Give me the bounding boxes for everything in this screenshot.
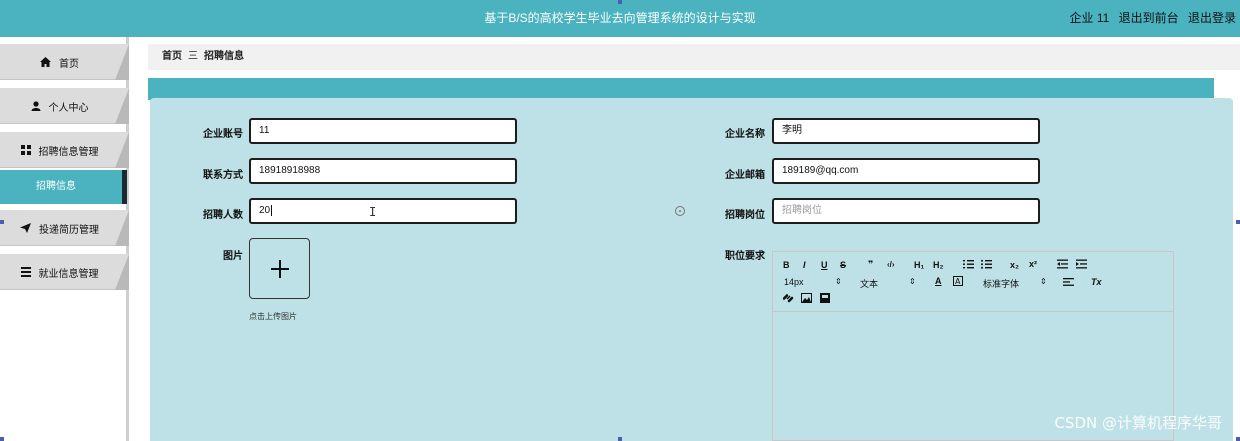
ordered-list-icon[interactable] [963,259,974,271]
sidebar-item-profile[interactable]: 个人中心 [0,88,129,124]
code-button[interactable]: ‹/› [887,260,895,269]
sidebar-item-recruit-management[interactable]: 招聘信息管理 [0,132,129,168]
position-input[interactable]: 招聘岗位 [772,198,1040,224]
account-input[interactable]: 11 [249,118,517,144]
active-indicator [122,170,127,204]
clear-format-button[interactable]: Tx [1091,277,1102,287]
video-icon[interactable] [820,293,830,305]
bold-button[interactable]: B [783,260,790,270]
font-color-icon[interactable]: A [935,276,942,286]
breadcrumb: 首页三招聘信息 [148,44,1240,70]
resize-handle[interactable] [618,0,622,4]
sidebar-item-label: 个人中心 [48,102,89,114]
requirements-label: 职位要求 [725,251,765,262]
image-icon[interactable] [801,293,812,305]
sidebar-item-home[interactable]: 首页 [0,44,129,80]
logout-link[interactable]: 退出登录 [1188,11,1236,25]
watermark: CSDN @计算机程序华哥 [1054,414,1222,432]
font-size-select[interactable]: 14px [784,277,804,287]
send-icon [20,223,31,233]
sidebar-item-label: 招聘信息管理 [38,146,99,158]
link-icon[interactable] [782,293,794,305]
breadcrumb-home[interactable]: 首页 [162,51,182,62]
background-color-icon[interactable]: A [953,276,963,288]
current-user: 企业 11 [1069,11,1110,25]
user-icon [31,101,40,111]
sidebar-item-resume-management[interactable]: 投递简历管理 [0,210,129,246]
list-icon [20,267,31,277]
upload-hint: 点击上传图片 [249,312,297,321]
back-to-front-link[interactable]: 退出到前台 [1119,11,1179,25]
recruit-count-input[interactable]: 20 [249,198,517,224]
recruit-count-label: 招聘人数 [203,210,243,221]
resize-handle[interactable] [1236,220,1240,224]
content-header-strip [148,78,1214,100]
chevron-updown-icon: ⇕ [835,277,842,286]
sidebar-item-label: 投递简历管理 [39,224,99,236]
company-name-input[interactable]: 李明 [772,118,1040,144]
position-label: 招聘岗位 [725,210,765,221]
header-actions: 企业 11 退出到前台 退出登录 [1063,0,1236,37]
mouse-ibeam-cursor: I [369,205,377,219]
text-style-select[interactable]: 文本 [860,277,878,290]
contact-input[interactable]: 18918918988 [249,158,517,184]
app-title: 基于B/S的高校学生毕业去向管理系统的设计与实现 [484,11,756,25]
sidebar-subitem-label: 招聘信息 [36,181,76,192]
italic-button[interactable]: I [803,260,806,270]
clear-icon[interactable] [675,206,685,216]
email-input[interactable]: 189189@qq.com [772,158,1040,184]
email-label: 企业邮箱 [725,170,765,181]
underline-button[interactable]: U [821,260,828,270]
chevron-updown-icon: ⇕ [1040,277,1047,286]
grid-icon [20,145,31,155]
image-upload-button[interactable] [249,238,310,299]
account-label: 企业账号 [203,129,243,140]
editor-toolbar: B I U S ❞ ‹/› H₁ H₂ x₂ x² 14px ⇕ 文本 ⇕ A … [773,252,1173,312]
sidebar-item-label: 首页 [59,58,79,70]
strike-button[interactable]: S [840,260,846,270]
sidebar-item-employment-management[interactable]: 就业信息管理 [0,254,129,290]
breadcrumb-separator: 三 [188,51,198,62]
align-icon[interactable] [1063,277,1074,289]
resize-handle[interactable] [0,437,4,441]
recruit-count-value: 20 [259,205,271,216]
sidebar: 首页 个人中心 招聘信息管理 招聘信息 投递简历管理 就业信息管理 [0,37,129,441]
bullet-list-icon[interactable] [981,259,992,271]
home-icon [40,57,51,67]
outdent-icon[interactable] [1057,259,1068,271]
svg-text:A: A [955,277,961,286]
company-name-label: 企业名称 [725,129,765,140]
chevron-updown-icon: ⇕ [909,277,916,286]
heading1-button[interactable]: H₁ [914,260,924,270]
subscript-button[interactable]: x₂ [1010,260,1019,270]
resize-handle[interactable] [0,220,4,224]
sidebar-item-label: 就业信息管理 [38,268,99,280]
contact-label: 联系方式 [203,170,243,181]
font-family-select[interactable]: 标准字体 [983,277,1019,290]
superscript-button[interactable]: x² [1029,259,1037,269]
resize-handle[interactable] [618,437,622,441]
resize-handle[interactable] [1236,437,1240,441]
blockquote-button[interactable]: ❞ [868,259,873,270]
heading2-button[interactable]: H₂ [933,260,944,270]
sidebar-subitem-recruit-info[interactable]: 招聘信息 [0,170,127,204]
text-caret [271,204,273,216]
indent-icon[interactable] [1076,259,1087,271]
breadcrumb-current: 招聘信息 [204,51,244,62]
top-header: 基于B/S的高校学生毕业去向管理系统的设计与实现 企业 11 退出到前台 退出登… [0,0,1240,37]
image-label: 图片 [223,251,243,262]
